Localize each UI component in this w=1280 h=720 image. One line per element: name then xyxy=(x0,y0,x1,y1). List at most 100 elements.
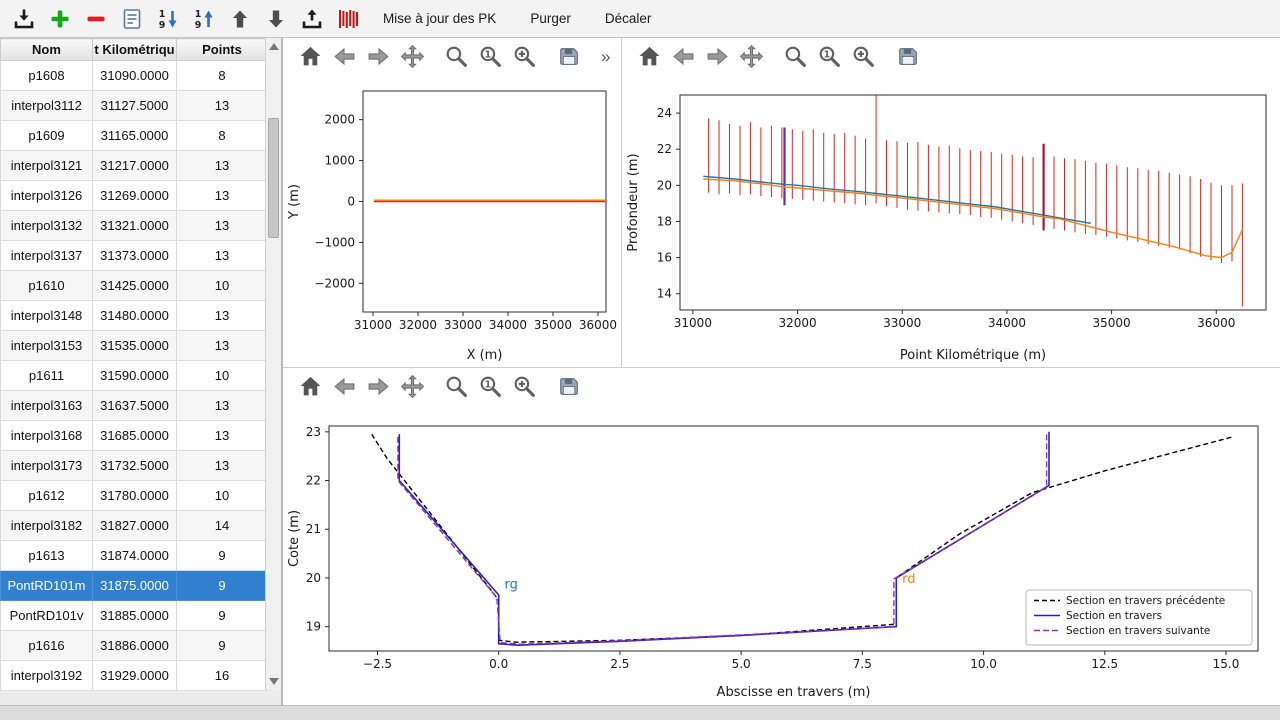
column-header-1[interactable]: t Kilométriqu xyxy=(93,39,177,61)
table-row[interactable]: interpol316331637.500013 xyxy=(1,391,268,421)
forward-button[interactable] xyxy=(702,42,732,72)
table-row[interactable]: interpol313731373.000013 xyxy=(1,241,268,271)
form-icon xyxy=(120,7,144,31)
import-button[interactable] xyxy=(6,3,42,35)
zoom-1-button[interactable]: 1 xyxy=(475,372,505,402)
add-section-button[interactable] xyxy=(42,3,78,35)
cell-points: 13 xyxy=(177,211,268,241)
cell-nom: interpol3148 xyxy=(1,301,93,331)
cell-nom: p1609 xyxy=(1,121,93,151)
cell-points: 16 xyxy=(177,661,268,691)
purge-button[interactable]: Purger xyxy=(520,3,581,35)
zoom-button[interactable] xyxy=(780,42,810,72)
table-row[interactable]: PontRD101m31875.00009 xyxy=(1,571,268,601)
table-row[interactable]: interpol311231127.500013 xyxy=(1,91,268,121)
zoom-plus-button[interactable] xyxy=(509,42,539,72)
scroll-up-icon[interactable] xyxy=(269,43,279,50)
tick-label: 2.5 xyxy=(610,657,629,671)
x-axis-label: Point Kilométrique (m) xyxy=(900,348,1046,363)
zoom-plus-button[interactable] xyxy=(848,42,878,72)
move-down-button[interactable] xyxy=(258,3,294,35)
cell-points: 13 xyxy=(177,451,268,481)
table-row[interactable]: interpol312631269.000013 xyxy=(1,181,268,211)
table-row[interactable]: interpol317331732.500013 xyxy=(1,451,268,481)
zoom-plus-button[interactable] xyxy=(509,372,539,402)
table-row[interactable]: interpol319231929.000016 xyxy=(1,661,268,691)
forward-button[interactable] xyxy=(363,372,393,402)
cell-nom: p1616 xyxy=(1,631,93,661)
cross-section-chart[interactable]: −2.50.02.55.07.510.012.515.01920212223Ab… xyxy=(283,405,1280,710)
table-row[interactable]: PontRD101v31885.00009 xyxy=(1,601,268,631)
pan-button[interactable] xyxy=(736,42,766,72)
cell-nom: PontRD101v xyxy=(1,601,93,631)
zoom-button[interactable] xyxy=(441,42,471,72)
cell-pk: 31535.0000 xyxy=(93,331,177,361)
long-profile-chart[interactable]: 3100032000330003400035000360001416182022… xyxy=(622,75,1280,373)
zoom-1-button[interactable]: 1 xyxy=(814,42,844,72)
pan-button[interactable] xyxy=(397,372,427,402)
table-row[interactable]: p161331874.00009 xyxy=(1,541,268,571)
table-row[interactable]: p161231780.000010 xyxy=(1,481,268,511)
column-header-0[interactable]: Nom xyxy=(1,39,93,61)
svg-text:9: 9 xyxy=(195,20,202,31)
plan-nav-toolbar: 1» xyxy=(283,38,621,75)
save-button[interactable] xyxy=(553,42,583,72)
table-row[interactable]: interpol315331535.000013 xyxy=(1,331,268,361)
y-axis-label: Profondeur (m) xyxy=(626,153,641,251)
interpolate-sections-button[interactable] xyxy=(330,3,366,35)
table-row[interactable]: p161031425.000010 xyxy=(1,271,268,301)
home-button[interactable] xyxy=(295,42,325,72)
table-row[interactable]: p161631886.00009 xyxy=(1,631,268,661)
plan-view-chart[interactable]: 310003200033000340003500036000200010000−… xyxy=(283,75,621,373)
export-button[interactable] xyxy=(294,3,330,35)
sort-ascending-button[interactable]: 19 xyxy=(186,3,222,35)
tick-label: −1000 xyxy=(314,235,355,249)
back-button[interactable] xyxy=(329,372,359,402)
update-pk-button[interactable]: Mise à jour des PK xyxy=(373,3,506,35)
plan-view-panel: 1» 3100032000330003400035000360002000100… xyxy=(283,38,622,367)
toolbar-overflow-button[interactable]: » xyxy=(601,47,610,67)
save-button[interactable] xyxy=(892,42,922,72)
pan-icon xyxy=(400,374,425,399)
back-button[interactable] xyxy=(668,42,698,72)
profile-plot-canvas[interactable]: 3100032000330003400035000360001416182022… xyxy=(622,75,1276,368)
cell-pk: 31685.0000 xyxy=(93,421,177,451)
cell-pk: 31885.0000 xyxy=(93,601,177,631)
pan-button[interactable] xyxy=(397,42,427,72)
table-row[interactable]: interpol316831685.000013 xyxy=(1,421,268,451)
shift-button[interactable]: Décaler xyxy=(595,3,662,35)
table-row[interactable]: p160831090.00008 xyxy=(1,61,268,91)
zoom-button[interactable] xyxy=(441,372,471,402)
cell-points: 13 xyxy=(177,241,268,271)
arrow-up-icon xyxy=(228,7,252,31)
table-row[interactable]: interpol313231321.000013 xyxy=(1,211,268,241)
scroll-down-icon[interactable] xyxy=(269,678,279,685)
remove-section-button[interactable] xyxy=(78,3,114,35)
move-up-button[interactable] xyxy=(222,3,258,35)
y-axis-label: Y (m) xyxy=(287,184,302,220)
cell-nom: interpol3112 xyxy=(1,91,93,121)
edit-section-button[interactable] xyxy=(114,3,150,35)
cell-points: 13 xyxy=(177,421,268,451)
table-row[interactable]: p160931165.00008 xyxy=(1,121,268,151)
forward-button[interactable] xyxy=(363,42,393,72)
home-button[interactable] xyxy=(295,372,325,402)
table-row[interactable]: interpol314831480.000013 xyxy=(1,301,268,331)
table-row[interactable]: p161131590.000010 xyxy=(1,361,268,391)
scrollbar-thumb[interactable] xyxy=(268,118,279,238)
column-header-2[interactable]: Points xyxy=(177,39,268,61)
save-button[interactable] xyxy=(553,372,583,402)
sort-descending-button[interactable]: 19 xyxy=(150,3,186,35)
table-row[interactable]: interpol318231827.000014 xyxy=(1,511,268,541)
plan-plot-canvas[interactable]: 310003200033000340003500036000200010000−… xyxy=(283,75,620,368)
table-scrollbar[interactable] xyxy=(265,38,281,690)
tick-label: 36000 xyxy=(579,318,617,332)
home-button[interactable] xyxy=(634,42,664,72)
table-row[interactable]: interpol312131217.000013 xyxy=(1,151,268,181)
zoom-1-icon: 1 xyxy=(817,44,842,69)
tick-label: 12.5 xyxy=(1091,657,1118,671)
back-button[interactable] xyxy=(329,42,359,72)
cell-pk: 31780.0000 xyxy=(93,481,177,511)
cross-plot-canvas[interactable]: −2.50.02.55.07.510.012.515.01920212223Ab… xyxy=(283,405,1278,705)
zoom-1-button[interactable]: 1 xyxy=(475,42,505,72)
